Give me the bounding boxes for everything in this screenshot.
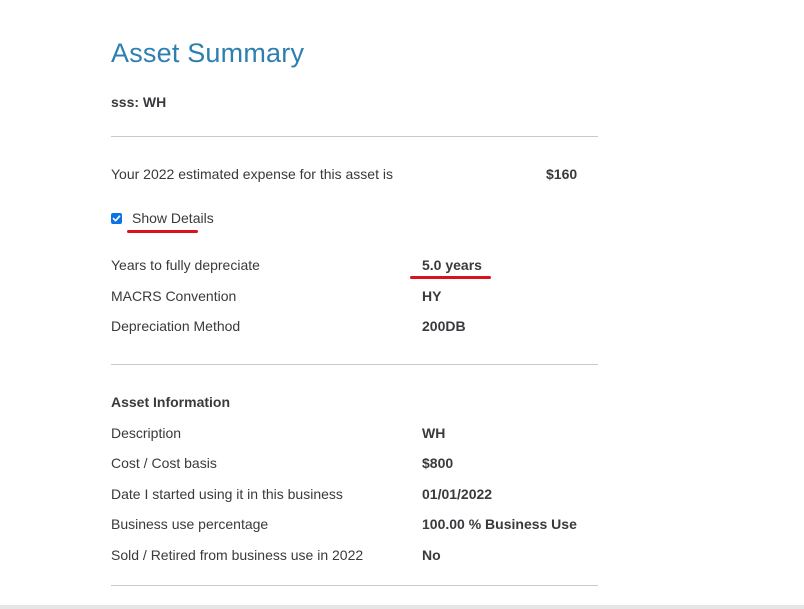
annotation-underline-show-details (127, 230, 198, 233)
divider-bottom (111, 585, 598, 586)
divider-middle (111, 364, 598, 365)
asset-summary-page: Asset Summary sss: WH Your 2022 estimate… (0, 0, 804, 609)
detail-label-convention: MACRS Convention (111, 288, 237, 304)
expense-label: Your 2022 estimated expense for this ass… (111, 166, 393, 182)
expense-value: $160 (546, 166, 578, 182)
info-label-business-use: Business use percentage (111, 516, 269, 532)
asset-information-heading: Asset Information (111, 394, 231, 410)
detail-label-years: Years to fully depreciate (111, 257, 260, 273)
info-value-cost: $800 (422, 455, 454, 471)
page-title: Asset Summary (111, 38, 305, 68)
info-value-business-use: 100.00 % Business Use (422, 516, 577, 532)
detail-label-method: Depreciation Method (111, 318, 241, 334)
show-details-toggle[interactable]: Show Details (111, 209, 214, 227)
annotation-underline-years (410, 276, 491, 279)
detail-value-convention: HY (422, 288, 442, 304)
checkmark-icon (112, 214, 121, 221)
detail-value-method: 200DB (422, 318, 466, 334)
info-label-cost: Cost / Cost basis (111, 455, 217, 471)
info-value-description: WH (422, 425, 446, 441)
bottom-edge (0, 605, 804, 609)
detail-value-years: 5.0 years (422, 257, 482, 273)
show-details-checkbox[interactable] (111, 212, 122, 224)
divider-top (111, 136, 598, 137)
asset-name: sss: WH (111, 94, 167, 110)
info-label-description: Description (111, 425, 182, 441)
info-label-date: Date I started using it in this business (111, 486, 343, 502)
info-value-date: 01/01/2022 (422, 486, 493, 502)
info-value-sold: No (422, 547, 441, 563)
show-details-label[interactable]: Show Details (132, 209, 214, 227)
info-label-sold: Sold / Retired from business use in 2022 (111, 547, 364, 563)
